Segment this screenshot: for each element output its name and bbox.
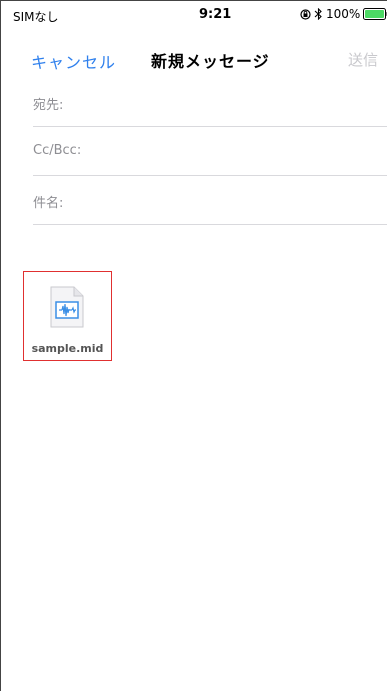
attachment-item[interactable]: sample.mid: [23, 271, 112, 361]
to-field[interactable]: 宛先:: [33, 79, 387, 127]
status-bar: SIMなし 9:21 100%: [13, 7, 387, 25]
bluetooth-icon: [314, 8, 322, 20]
ccbcc-input[interactable]: [103, 140, 377, 164]
subject-label: 件名:: [33, 196, 64, 211]
carrier-label: SIMなし: [13, 10, 59, 24]
status-indicators: 100%: [300, 7, 387, 21]
status-time: 9:21: [199, 7, 232, 22]
to-input[interactable]: [103, 91, 377, 115]
send-button[interactable]: 送信: [348, 49, 378, 70]
compose-screen: SIMなし 9:21 100% キャンセル 新規メッセージ 送信 宛先: Cc/…: [0, 0, 387, 691]
battery-icon: [363, 8, 387, 20]
to-label: 宛先:: [33, 98, 64, 113]
subject-field[interactable]: 件名:: [33, 177, 387, 225]
orientation-lock-icon: [300, 8, 311, 20]
ccbcc-field[interactable]: Cc/Bcc:: [33, 128, 387, 176]
ccbcc-label: Cc/Bcc:: [33, 143, 82, 158]
subject-input[interactable]: [103, 189, 377, 213]
page-title: 新規メッセージ: [151, 52, 270, 71]
audio-file-icon: [50, 286, 84, 328]
attachment-file-name: sample.mid: [31, 342, 104, 355]
navigation-bar: キャンセル 新規メッセージ 送信: [1, 41, 387, 77]
cancel-button[interactable]: キャンセル: [31, 49, 116, 73]
battery-percent: 100%: [326, 7, 361, 21]
